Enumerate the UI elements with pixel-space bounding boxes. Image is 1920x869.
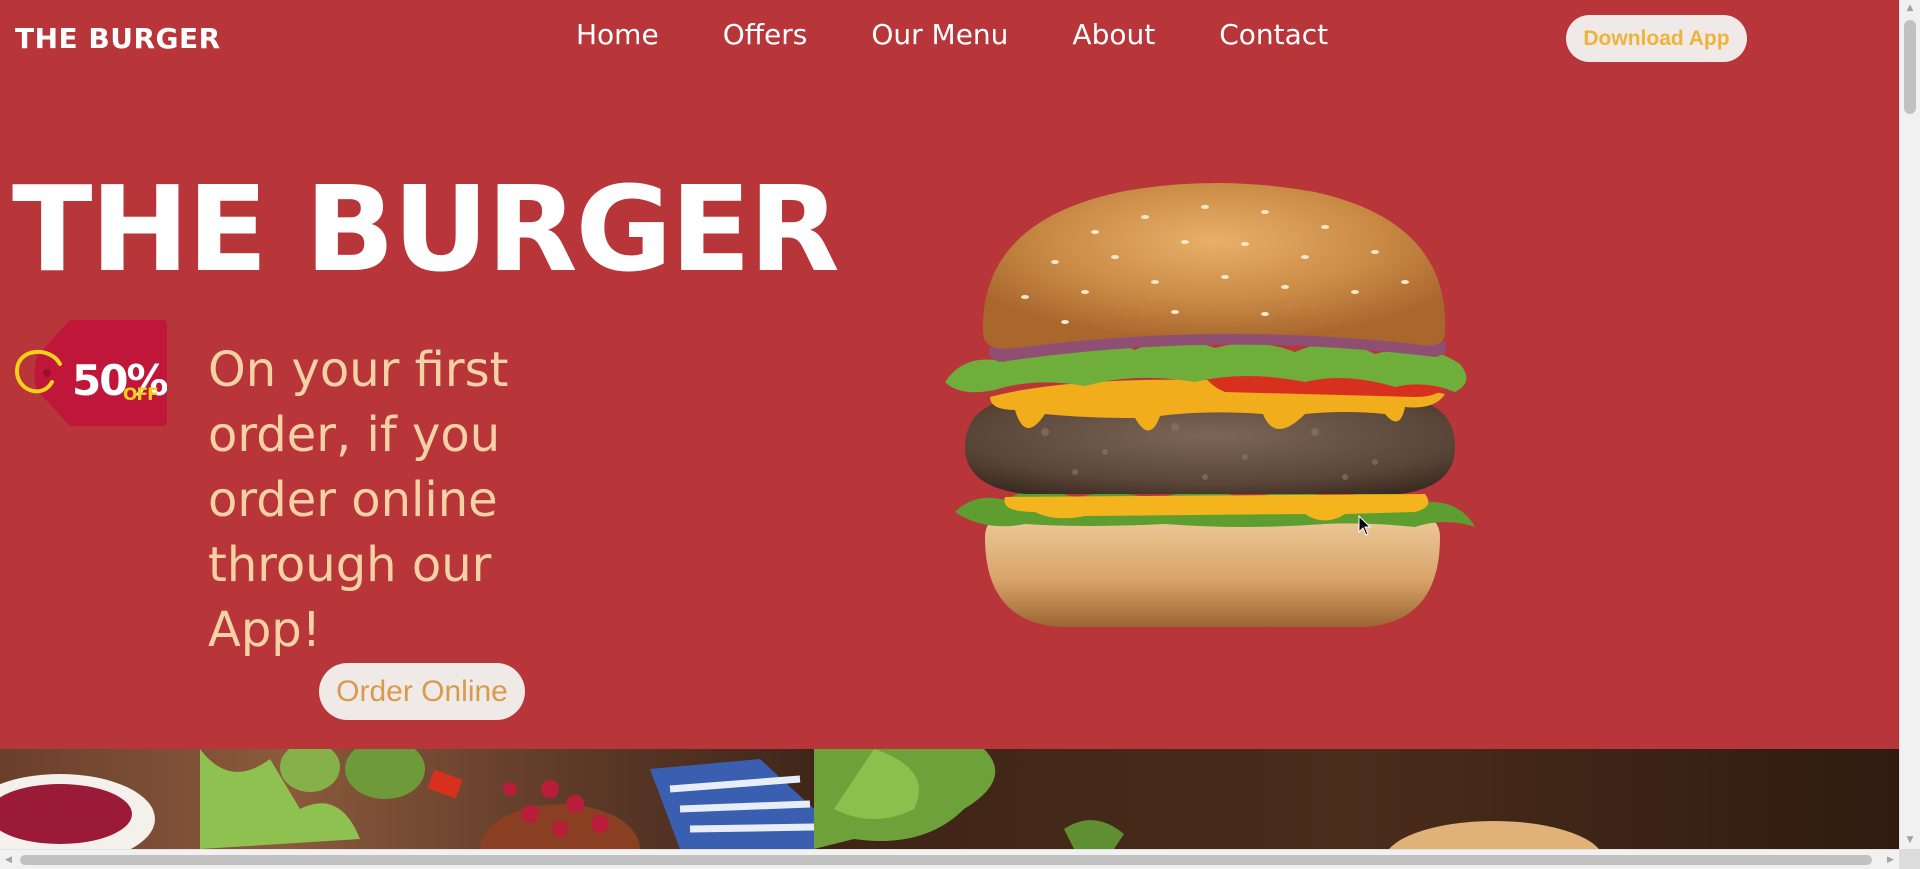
- gallery-image-burger: [814, 749, 1899, 849]
- nav-about[interactable]: About: [1072, 18, 1155, 51]
- salad-scene: [0, 749, 814, 849]
- nav-our-menu[interactable]: Our Menu: [871, 18, 1008, 51]
- download-app-button[interactable]: Download App: [1566, 15, 1747, 62]
- tag-off-text: OFF: [123, 385, 158, 405]
- main-nav: Home Offers Our Menu About Contact: [576, 18, 1328, 51]
- offer-description: On your first order, if you order online…: [208, 342, 509, 658]
- tag-hole: [43, 369, 51, 377]
- gallery-image-salad: [0, 749, 814, 849]
- tomato-piece: [427, 769, 463, 799]
- burger-image: [945, 183, 1475, 627]
- top-bun: [982, 183, 1446, 349]
- cucumber: [345, 749, 425, 799]
- vertical-scroll-thumb[interactable]: [1904, 20, 1916, 114]
- discount-tag-icon: 50% OFF: [14, 320, 167, 426]
- chevron-up-icon[interactable]: ▲: [1900, 0, 1920, 17]
- gallery-strip: [0, 749, 1899, 849]
- burger-bun-peek: [1389, 821, 1599, 849]
- scrollbar-corner: [1899, 849, 1920, 869]
- green-garnish: [1064, 820, 1124, 849]
- order-online-button[interactable]: Order Online: [319, 663, 525, 720]
- horizontal-scrollbar[interactable]: ◀ ▶: [0, 849, 1899, 869]
- page-viewport: THE BURGER Home Offers Our Menu About Co…: [0, 0, 1899, 849]
- vertical-scrollbar[interactable]: ▲ ▼: [1899, 0, 1920, 849]
- nav-offers[interactable]: Offers: [723, 18, 808, 51]
- nav-contact[interactable]: Contact: [1219, 18, 1328, 51]
- chevron-down-icon[interactable]: ▼: [1900, 832, 1920, 849]
- nav-home[interactable]: Home: [576, 18, 659, 51]
- chevron-right-icon[interactable]: ▶: [1882, 850, 1899, 869]
- burger-scene: [814, 749, 1599, 849]
- hero-title: THE BURGER: [12, 160, 840, 298]
- site-header: THE BURGER Home Offers Our Menu About Co…: [0, 0, 1899, 76]
- cucumber-2: [280, 749, 340, 792]
- chevron-left-icon[interactable]: ◀: [0, 850, 17, 869]
- horizontal-scroll-thumb[interactable]: [20, 855, 1872, 865]
- mouse-pointer-icon: [1358, 515, 1372, 536]
- brand-logo[interactable]: THE BURGER: [15, 22, 221, 55]
